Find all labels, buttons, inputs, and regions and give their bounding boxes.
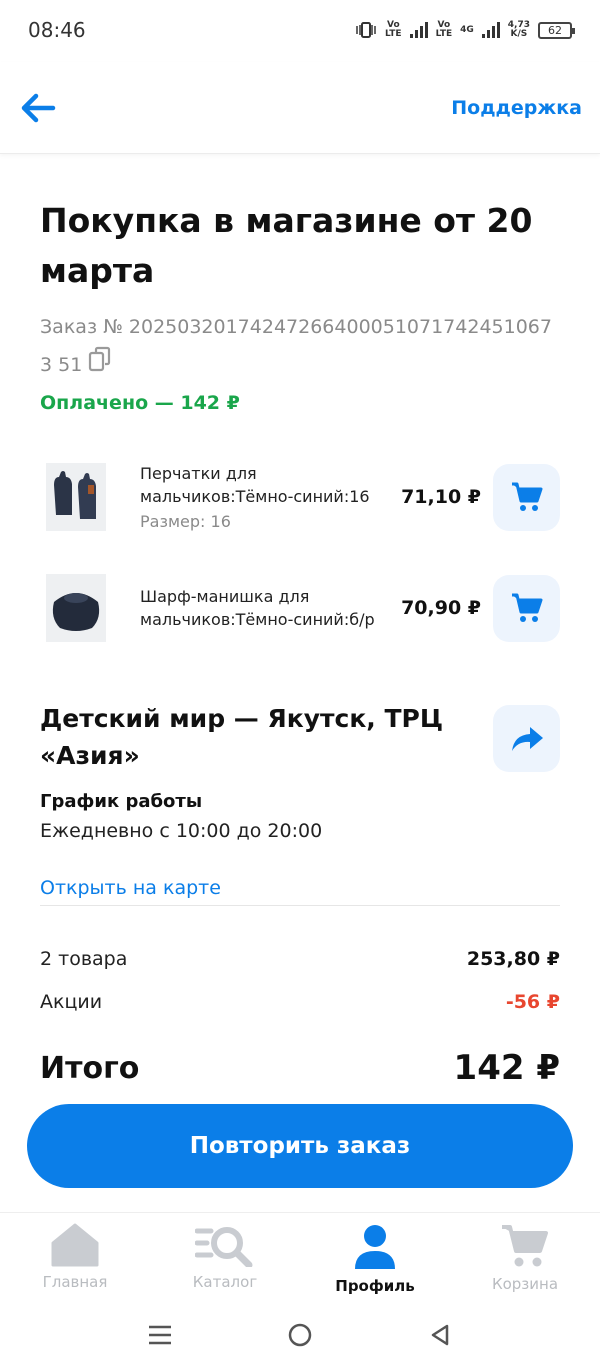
status-icons: Vo LTE Vo LTE 4G 4,73 K/S 62: [355, 20, 575, 39]
net-speed: 4,73 K/S: [508, 21, 530, 39]
nav-item-catalog[interactable]: Каталог: [150, 1213, 300, 1304]
profile-icon: [355, 1225, 395, 1269]
back-button[interactable]: [16, 86, 60, 130]
vibrate-icon: [356, 22, 376, 38]
route-button[interactable]: [493, 705, 560, 772]
add-to-cart-button[interactable]: [493, 574, 560, 642]
nav-label-profile: Профиль: [335, 1277, 415, 1295]
menu-icon: [149, 1325, 171, 1345]
add-to-cart-button[interactable]: [493, 463, 560, 531]
status-time: 08:46: [28, 18, 86, 42]
repeat-order-button[interactable]: Повторить заказ: [27, 1104, 573, 1188]
cart-icon: [511, 593, 542, 622]
product-name: Шарф-манишка для мальчиков:Тёмно-синий:б…: [140, 587, 375, 629]
lte-label-2: Vo LTE: [435, 20, 453, 39]
store-name: Детский мир — Якутск, ТРЦ «Азия»: [40, 704, 444, 770]
items-label: 2 товара: [40, 948, 128, 970]
total-row: Итого 142 ₽: [40, 1048, 560, 1088]
nav-label-catalog: Каталог: [192, 1273, 258, 1291]
total-label: Итого: [40, 1050, 140, 1086]
order-number-text: Заказ № 20250320174247266400051071742451…: [40, 316, 552, 376]
items-value: 253,80 ₽: [466, 948, 560, 970]
page-title: Покупка в магазине от 20 марта: [40, 201, 533, 290]
nav-item-home[interactable]: Главная: [0, 1213, 150, 1304]
signal-icon-2: [481, 22, 500, 38]
status-bar: 08:46 Vo LTE Vo LTE 4G 4,73 K/S 62: [0, 0, 600, 60]
home-icon: [51, 1223, 99, 1267]
bottom-nav: Главная Каталог Профиль Корзина: [0, 1212, 600, 1304]
net-speed-unit: K/S: [510, 29, 528, 39]
recent-apps-button[interactable]: [140, 1315, 180, 1355]
catalog-search-icon: [195, 1227, 253, 1267]
app-header: Поддержка: [0, 62, 600, 154]
total-value: 142 ₽: [453, 1048, 560, 1088]
product-name: Перчатки для мальчиков:Тёмно-синий:16: [140, 463, 370, 506]
product-price: 70,90 ₽: [401, 597, 481, 619]
payment-status: Оплачено — 142 ₽: [40, 392, 240, 414]
circle-icon: [288, 1323, 312, 1347]
product-price: 71,10 ₽: [401, 486, 481, 508]
product-info: Перчатки для мальчиков:Тёмно-синий:16 Ра…: [140, 462, 395, 533]
cart-icon: [511, 482, 542, 511]
divider: [40, 905, 560, 906]
share-arrow-icon: [511, 726, 543, 751]
product-image-scarf: [46, 574, 106, 642]
order-number: Заказ № 20250320174247266400051071742451…: [40, 308, 560, 385]
signal-icon: [409, 22, 428, 38]
network-gen-label: 4G: [460, 24, 474, 35]
nav-label-home: Главная: [42, 1273, 108, 1291]
hours-text: Ежедневно с 10:00 до 20:00: [40, 820, 323, 842]
battery-icon: 62: [538, 21, 575, 39]
nav-item-cart[interactable]: Корзина: [450, 1213, 600, 1304]
triangle-back-icon: [431, 1324, 449, 1346]
arrow-left-icon: [21, 93, 56, 122]
home-button[interactable]: [280, 1315, 320, 1355]
support-link[interactable]: Поддержка: [451, 97, 582, 119]
product-image-gloves: [46, 463, 106, 531]
product-item[interactable]: Перчатки для мальчиков:Тёмно-синий:16 Ра…: [40, 457, 560, 537]
lte-label-1: Vo LTE: [385, 20, 402, 39]
summary-promo-row: Акции -56 ₽: [40, 991, 560, 1013]
product-item[interactable]: Шарф-манишка для мальчиков:Тёмно-синий:б…: [40, 568, 560, 648]
hours-title: График работы: [40, 791, 203, 812]
open-map-link[interactable]: Открыть на карте: [40, 877, 221, 899]
product-size: Размер: 16: [140, 511, 231, 531]
product-info: Шарф-манишка для мальчиков:Тёмно-синий:б…: [140, 585, 395, 631]
back-system-button[interactable]: [420, 1315, 460, 1355]
nav-item-profile[interactable]: Профиль: [300, 1213, 450, 1304]
promo-label: Акции: [40, 991, 103, 1013]
system-nav-bar: [0, 1304, 600, 1366]
nav-label-cart: Корзина: [491, 1275, 559, 1293]
cart-icon: [502, 1225, 548, 1267]
summary-items-row: 2 товара 253,80 ₽: [40, 948, 560, 970]
copy-icon[interactable]: [88, 346, 112, 385]
promo-value: -56 ₽: [505, 991, 560, 1013]
